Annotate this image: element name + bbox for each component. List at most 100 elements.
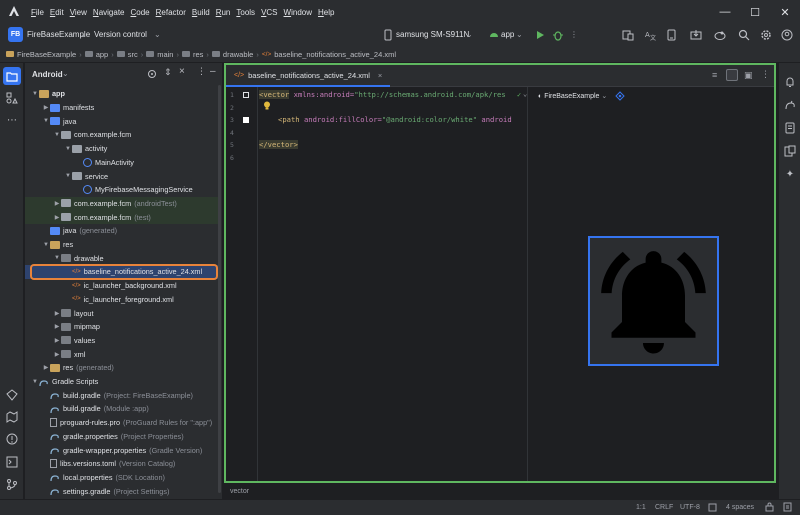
- tree-item[interactable]: MyFirebaseMessagingService: [25, 183, 218, 197]
- device-manager-icon[interactable]: [622, 29, 634, 41]
- menu-tools[interactable]: Tools: [233, 8, 258, 17]
- tree-item[interactable]: MainActivity: [25, 156, 218, 170]
- breadcrumb-item[interactable]: drawable: [211, 50, 253, 59]
- locate-file-icon[interactable]: [147, 69, 157, 81]
- device-mirroring-icon[interactable]: [666, 29, 678, 41]
- project-tool-icon[interactable]: [3, 67, 21, 85]
- chevron-right-icon[interactable]: ▶: [42, 104, 50, 111]
- breadcrumb-item[interactable]: src: [116, 50, 138, 59]
- device-file-explorer-icon[interactable]: [781, 119, 799, 137]
- run-config-dropdown-icon[interactable]: ⌄: [516, 30, 523, 39]
- chevron-down-icon[interactable]: ▼: [53, 255, 61, 261]
- chevron-right-icon[interactable]: ▶: [42, 364, 50, 371]
- terminal-icon[interactable]: [3, 453, 21, 471]
- breadcrumb-item[interactable]: main: [146, 50, 173, 59]
- tree-item[interactable]: ▶ layout: [25, 306, 218, 320]
- device-icon[interactable]: [383, 29, 395, 41]
- resource-manager-icon[interactable]: [3, 89, 21, 107]
- theme-selector[interactable]: ◐ FireBaseExample ⌄: [538, 92, 607, 100]
- chevron-right-icon[interactable]: ▶: [53, 323, 61, 330]
- indent-setting[interactable]: 4 spaces: [726, 504, 754, 511]
- run-icon[interactable]: [534, 29, 546, 41]
- tree-item[interactable]: gradle-wrapper.properties (Gradle Version…: [25, 443, 218, 457]
- gemini-diamond-icon[interactable]: [3, 386, 21, 404]
- breadcrumb-item[interactable]: FireBaseExample: [6, 50, 76, 59]
- tree-item[interactable]: ▶ res (generated): [25, 361, 218, 375]
- menu-edit[interactable]: Edit: [47, 8, 67, 17]
- problems-icon[interactable]: [3, 430, 21, 448]
- device-selector[interactable]: samsung SM-S911N: [396, 30, 469, 39]
- chevron-down-icon[interactable]: ▼: [31, 379, 39, 385]
- design-view-icon[interactable]: ▣: [744, 70, 753, 81]
- view-dropdown-icon[interactable]: ⌄: [62, 69, 69, 78]
- vcs-dropdown-icon[interactable]: ⌄: [154, 30, 161, 39]
- tree-item[interactable]: ▼ activity: [25, 142, 218, 156]
- project-dropdown-icon[interactable]: ⌄: [80, 30, 87, 39]
- menu-code[interactable]: Code: [128, 8, 153, 17]
- code-editor[interactable]: <vector xmlns:android="http://schemas.an…: [259, 87, 527, 481]
- editor-options-icon[interactable]: ⋮: [761, 69, 770, 80]
- version-control-menu[interactable]: Version control: [94, 30, 147, 39]
- chevron-down-icon[interactable]: ▼: [42, 118, 50, 124]
- chevron-down-icon[interactable]: ▼: [64, 173, 72, 179]
- device-dropdown-icon[interactable]: ⌄: [466, 30, 473, 39]
- menu-vcs[interactable]: VCS: [258, 8, 280, 17]
- breadcrumb-item[interactable]: </> baseline_notifications_active_24.xml: [262, 50, 396, 59]
- split-view-icon[interactable]: [726, 69, 738, 81]
- tree-item[interactable]: ▶ com.example.fcm (test): [25, 210, 218, 224]
- gutter-preview-icon[interactable]: [243, 92, 249, 98]
- refresh-preview-icon[interactable]: [615, 91, 625, 103]
- menu-file[interactable]: File: [28, 8, 47, 17]
- gradle-tool-icon[interactable]: [781, 96, 799, 114]
- tree-item[interactable]: java (generated): [25, 224, 218, 238]
- tree-item[interactable]: ▼ java: [25, 114, 218, 128]
- more-actions-icon[interactable]: ⋮: [570, 30, 578, 39]
- view-selector[interactable]: Android: [32, 70, 63, 79]
- lightbulb-icon[interactable]: [263, 101, 271, 114]
- tree-item[interactable]: build.gradle (Module :app): [25, 402, 218, 416]
- tree-item[interactable]: proguard-rules.pro (ProGuard Rules for ":…: [25, 416, 218, 430]
- inspection-ok-icon[interactable]: ✓: [517, 91, 521, 99]
- cursor-position[interactable]: 1:1: [636, 504, 646, 511]
- collapse-all-icon[interactable]: ⇕: [164, 67, 172, 78]
- close-panel-icon[interactable]: ×: [179, 66, 185, 77]
- chevron-right-icon[interactable]: ▶: [53, 351, 61, 358]
- notifications-icon[interactable]: [781, 73, 799, 91]
- maximize-button[interactable]: ☐: [740, 0, 770, 24]
- tree-item[interactable]: ▼ com.example.fcm: [25, 128, 218, 142]
- panel-options-icon[interactable]: ⋮: [197, 66, 206, 77]
- tree-item[interactable]: </> ic_launcher_background.xml: [25, 279, 218, 293]
- tree-item[interactable]: ▶ mipmap: [25, 320, 218, 334]
- menu-window[interactable]: Window: [281, 8, 315, 17]
- menu-help[interactable]: Help: [315, 8, 337, 17]
- chevron-down-icon[interactable]: ▼: [53, 132, 61, 138]
- tree-item[interactable]: gradle.properties (Project Properties): [25, 430, 218, 444]
- tree-item[interactable]: ▶ manifests: [25, 101, 218, 115]
- sync-gradle-icon[interactable]: [714, 29, 726, 41]
- breadcrumb-item[interactable]: app: [84, 50, 108, 59]
- chevron-down-icon[interactable]: ▼: [42, 242, 50, 248]
- menu-run[interactable]: Run: [213, 8, 234, 17]
- menu-refactor[interactable]: Refactor: [153, 8, 189, 17]
- chevron-right-icon[interactable]: ▶: [53, 337, 61, 344]
- tree-item[interactable]: ▼ service: [25, 169, 218, 183]
- readonly-lock-icon[interactable]: [765, 502, 774, 514]
- code-view-icon[interactable]: ≡: [712, 70, 717, 80]
- chevron-right-icon[interactable]: ▶: [53, 214, 61, 221]
- menu-view[interactable]: View: [67, 8, 90, 17]
- running-devices-icon[interactable]: [781, 142, 799, 160]
- tree-item[interactable]: build.gradle (Project: FireBaseExample): [25, 388, 218, 402]
- line-separator[interactable]: CRLF: [655, 504, 673, 511]
- minimize-button[interactable]: —: [710, 0, 740, 24]
- color-swatch-icon[interactable]: [243, 117, 249, 123]
- more-tools-icon[interactable]: ⋯: [3, 111, 21, 129]
- tree-item[interactable]: ▼ res: [25, 238, 218, 252]
- app-quality-icon[interactable]: [3, 408, 21, 426]
- tree-item[interactable]: ▼ app: [25, 87, 218, 101]
- tree-item[interactable]: ▶ values: [25, 334, 218, 348]
- tree-item[interactable]: ▶ com.example.fcm (androidTest): [25, 196, 218, 211]
- gemini-sparkle-icon[interactable]: ✦: [781, 165, 799, 183]
- git-icon[interactable]: [3, 475, 21, 493]
- editorconfig-icon[interactable]: [708, 503, 717, 514]
- run-config-selector[interactable]: app: [501, 30, 514, 39]
